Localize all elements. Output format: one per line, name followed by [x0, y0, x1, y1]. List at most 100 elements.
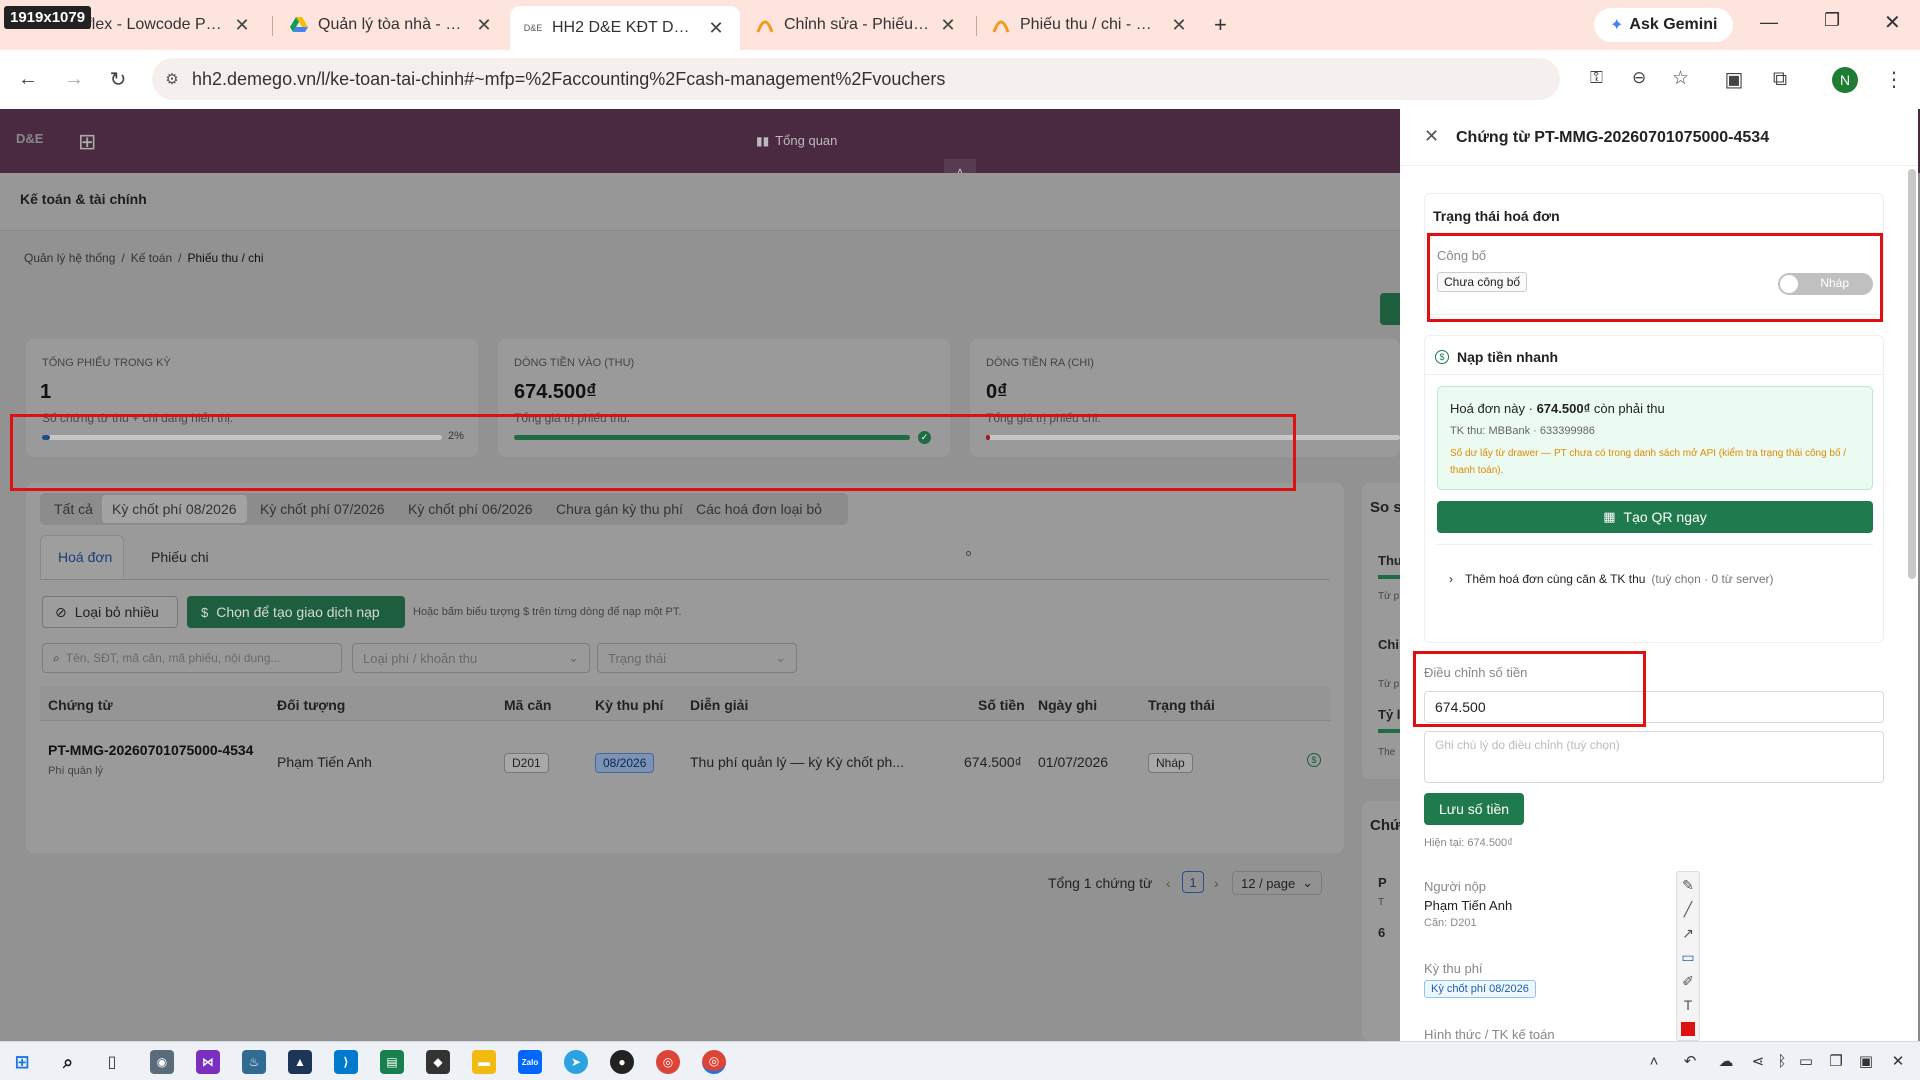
period-filter-07-2026[interactable]: Kỳ chốt phí 07/2026 [250, 495, 395, 523]
column-header[interactable]: Số tiền [978, 697, 1025, 713]
search-input[interactable]: ⌕ Tên, SĐT, mã căn, mã phiếu, nội dung..… [42, 643, 342, 673]
period-filter-removed[interactable]: Các hoá đơn loại bỏ [686, 495, 832, 523]
next-page-icon[interactable]: › [1214, 875, 1219, 891]
pen-icon[interactable]: ✎ [1677, 874, 1699, 896]
dev-tool-icon[interactable]: ▲ [288, 1050, 312, 1074]
chrome-icon[interactable]: ◎ [656, 1050, 680, 1074]
column-header[interactable]: Ngày ghi [1038, 697, 1097, 713]
apps-grid-icon[interactable]: ⊞ [78, 129, 96, 155]
ask-gemini-button[interactable]: ✦ Ask Gemini [1594, 8, 1734, 42]
profile-avatar[interactable]: N [1832, 67, 1858, 93]
chrome-active-icon[interactable]: ◎ [702, 1050, 726, 1074]
stat-value: 0₫ [986, 381, 1008, 403]
primary-action-button-peek[interactable] [1380, 293, 1400, 325]
period-filter-all[interactable]: Tất cả [44, 495, 103, 523]
column-header[interactable]: Chứng từ [48, 697, 113, 713]
copy-icon[interactable]: ❐ [1826, 1051, 1846, 1071]
browser-tab-drive[interactable]: Quản lý tòa nhà - Google Driv ✕ [276, 6, 508, 44]
close-icon[interactable]: ✕ [1424, 126, 1439, 147]
close-window-button[interactable]: ✕ [1884, 10, 1901, 35]
database-icon[interactable]: ♨ [242, 1050, 266, 1074]
back-arrow-icon[interactable]: ← [14, 65, 42, 93]
close-icon[interactable]: ✕ [938, 15, 958, 36]
rectangle-icon[interactable]: ▭ [1677, 946, 1699, 968]
search-icon[interactable]: ⌕ [56, 1050, 80, 1074]
voucher-code[interactable]: PT-MMG-20260701075000-4534 [48, 742, 253, 758]
create-qr-button[interactable]: ▦ Tạo QR ngay [1437, 501, 1873, 533]
line-icon[interactable]: ╱ [1677, 898, 1699, 920]
reload-icon[interactable]: ↻ [104, 65, 132, 93]
browser-tab-edit-voucher[interactable]: Chỉnh sửa - Phiếu thu / chi - C ✕ [742, 6, 972, 44]
drawer-scrollbar[interactable] [1908, 169, 1916, 579]
terminal-app-icon[interactable]: ▤ [380, 1050, 404, 1074]
tab-invoices[interactable]: Hoá đơn [58, 549, 112, 565]
zalo-icon[interactable]: Zalo [518, 1050, 542, 1074]
breadcrumb-item[interactable]: Kế toán [131, 251, 172, 265]
address-bar[interactable]: ⚙ hh2.demego.vn/l/ke-toan-tai-chinh#~mfp… [152, 58, 1689, 100]
cloud-icon[interactable]: ☁ [1716, 1051, 1736, 1071]
column-header[interactable]: Kỳ thu phí [595, 697, 663, 713]
column-header[interactable]: Mã căn [504, 697, 551, 713]
visual-studio-icon[interactable]: ⋈ [196, 1050, 220, 1074]
close-icon[interactable]: ✕ [1888, 1051, 1908, 1071]
page-button-current[interactable]: 1 [1182, 871, 1204, 893]
close-icon[interactable]: ✕ [232, 15, 252, 36]
vscode-icon[interactable]: ⟩ [334, 1050, 358, 1074]
browser-tab-voucher-cms[interactable]: Phiếu thu / chi - CMS Demego ✕ [978, 6, 1203, 44]
bluetooth-icon[interactable]: ᛒ [1772, 1051, 1792, 1071]
column-header[interactable]: Đối tượng [277, 697, 345, 713]
column-header[interactable]: Trạng thái [1148, 697, 1215, 713]
remove-many-button[interactable]: ⊘ Loại bỏ nhiều [42, 596, 178, 628]
save-icon[interactable]: ▣ [1856, 1051, 1876, 1071]
period-filter-unassigned[interactable]: Chưa gán kỳ thu phí [546, 495, 693, 523]
save-amount-button[interactable]: Lưu số tiền [1424, 793, 1524, 825]
restore-window-button[interactable]: ❐ [1824, 10, 1840, 31]
close-icon[interactable]: ✕ [1169, 15, 1189, 36]
method-label: Hình thức / TK kế toán [1424, 1027, 1555, 1041]
column-header[interactable]: Diễn giải [690, 697, 748, 713]
file-explorer-icon[interactable]: ▬ [472, 1050, 496, 1074]
tab-payments[interactable]: Phiếu chi [151, 549, 209, 565]
text-icon[interactable]: T [1677, 994, 1699, 1016]
undo-icon[interactable]: ↶ [1680, 1051, 1700, 1071]
chevron-up-icon[interactable]: ˄ [1644, 1051, 1664, 1071]
camera-app-icon[interactable]: ◉ [150, 1050, 174, 1074]
add-more-note: (tuỳ chọn · 0 từ server) [1651, 572, 1774, 586]
telegram-icon[interactable]: ➤ [564, 1050, 588, 1074]
color-swatch[interactable] [1681, 1022, 1695, 1036]
arrow-icon[interactable]: ↗ [1677, 922, 1699, 944]
extensions-icon[interactable]: ⧉ [1766, 65, 1794, 93]
share-icon[interactable]: ⋖ [1748, 1051, 1768, 1071]
bookmark-star-icon[interactable]: ☆ [1672, 67, 1689, 90]
table-row[interactable]: PT-MMG-20260701075000-4534 Phí quản lý P… [40, 721, 1330, 791]
windows-start-icon[interactable]: ⊞ [10, 1050, 34, 1074]
add-more-invoices-toggle[interactable]: › Thêm hoá đơn cùng căn & TK thu (tuỳ ch… [1449, 572, 1774, 586]
box-app-icon[interactable]: ◆ [426, 1050, 450, 1074]
top-nav-overview[interactable]: ▮▮ Tổng quan [756, 133, 837, 148]
page-size-select[interactable]: 12 / page ⌄ [1232, 871, 1322, 895]
highlighter-icon[interactable]: ✐ [1677, 970, 1699, 992]
period-filter-06-2026[interactable]: Kỳ chốt phí 06/2026 [398, 495, 543, 523]
select-create-topup-button[interactable]: $ Chọn để tạo giao dịch nạp [187, 596, 405, 628]
fee-type-select[interactable]: Loại phí / khoản thu ⌄ [352, 643, 590, 673]
close-icon[interactable]: ✕ [706, 18, 726, 39]
period-filter-08-2026[interactable]: Kỳ chốt phí 08/2026 [102, 495, 247, 523]
minimize-window-button[interactable]: — [1760, 12, 1778, 33]
prev-page-icon[interactable]: ‹ [1166, 875, 1171, 891]
adjust-note-textarea[interactable]: Ghi chú lý do điều chỉnh (tuỳ chọn) [1424, 731, 1884, 783]
camera-icon[interactable]: ▣ [1720, 65, 1748, 93]
breadcrumb-item[interactable]: Quản lý hệ thống [24, 251, 115, 265]
key-icon[interactable]: ⚿ [1590, 68, 1603, 88]
site-settings-icon[interactable]: ⚙ [152, 70, 192, 88]
zoom-icon[interactable]: ⊖ [1632, 68, 1646, 88]
browser-tab-hh2[interactable]: D&E HH2 D&E KĐT Dương Nội ✕ [510, 6, 740, 50]
new-tab-button[interactable]: + [1214, 12, 1227, 38]
monitor-icon[interactable]: ▭ [1796, 1051, 1816, 1071]
close-icon[interactable]: ✕ [474, 15, 494, 36]
forward-arrow-icon[interactable]: → [60, 65, 88, 93]
more-menu-icon[interactable]: ⋮ [1880, 65, 1908, 93]
task-view-icon[interactable]: ▯ [100, 1050, 124, 1074]
dollar-circle-icon[interactable]: $ [1307, 753, 1321, 767]
github-icon[interactable]: ● [610, 1050, 634, 1074]
status-select[interactable]: Trạng thái ⌄ [597, 643, 797, 673]
